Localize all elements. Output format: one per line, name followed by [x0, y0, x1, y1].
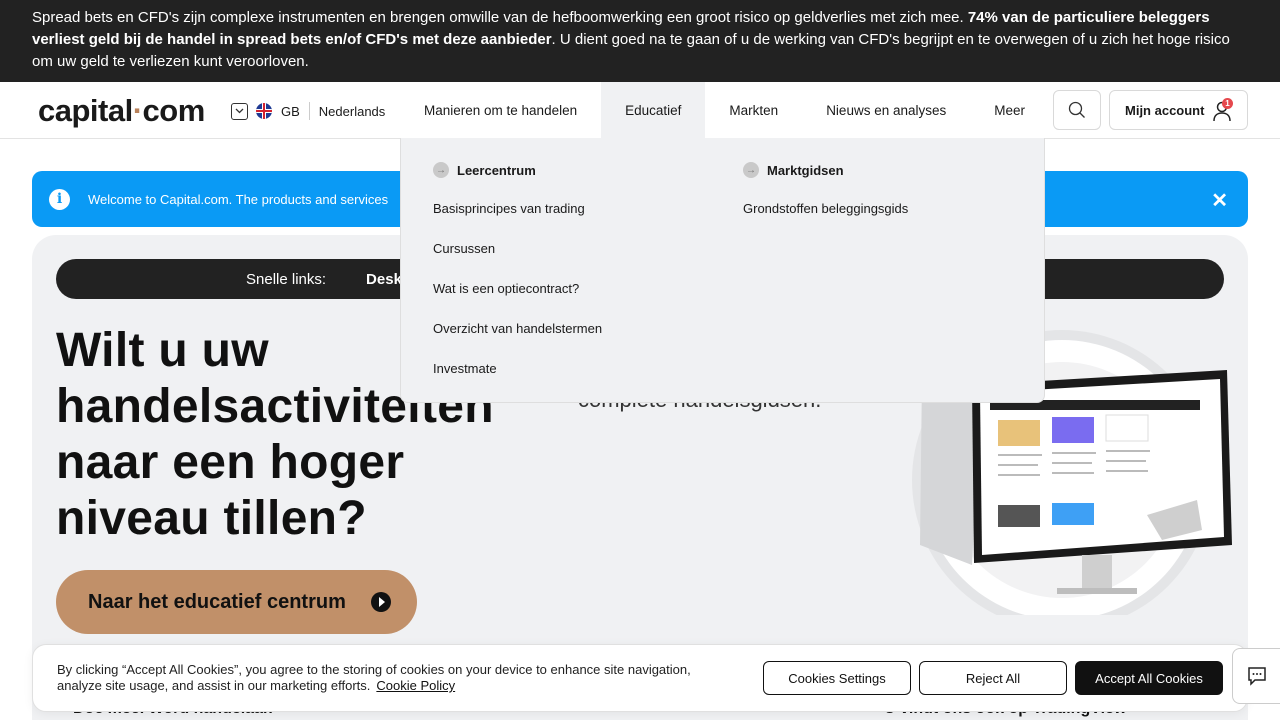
logo-text-com: com: [142, 93, 206, 128]
search-icon: [1068, 101, 1085, 118]
arrow-right-icon: →: [433, 162, 449, 178]
heading-label: Leercentrum: [457, 162, 536, 178]
region-code: GB: [281, 103, 300, 119]
play-arrow-icon: [371, 592, 391, 612]
quick-links-label: Snelle links:: [246, 270, 327, 288]
uk-flag-icon: [256, 103, 272, 119]
my-account-button[interactable]: Mijn account 1: [1109, 90, 1248, 130]
nav-education[interactable]: Educatief: [601, 82, 706, 138]
language-label[interactable]: Nederlands: [319, 104, 386, 119]
dropdown-link[interactable]: Wat is een optiecontract?: [433, 281, 602, 299]
risk-text-1: Spread bets en CFD's zijn complexe instr…: [32, 9, 968, 26]
info-icon: i: [49, 188, 70, 210]
education-dropdown-menu: → Leercentrum Basisprincipes van trading…: [400, 138, 1045, 403]
dropdown-link[interactable]: Overzicht van handelstermen: [433, 321, 602, 339]
language-selector[interactable]: GB Nederlands: [231, 101, 385, 121]
nav-more[interactable]: Meer: [970, 82, 1049, 138]
close-icon[interactable]: ✕: [1211, 188, 1228, 213]
dropdown-link[interactable]: Basisprincipes van trading: [433, 201, 602, 219]
welcome-text: Welcome to Capital.com. The products and…: [88, 191, 389, 207]
accept-all-cookies-button[interactable]: Accept All Cookies: [1075, 661, 1223, 695]
dropdown-link[interactable]: Cursussen: [433, 241, 602, 259]
site-header: capital·com GB Nederlands Manieren om te…: [0, 82, 1280, 139]
nav-ways-to-trade[interactable]: Manieren om te handelen: [400, 82, 601, 138]
chevron-down-icon[interactable]: [231, 102, 248, 120]
cookie-message: By clicking “Accept All Cookies”, you ag…: [57, 662, 691, 693]
nav-markets[interactable]: Markten: [705, 82, 802, 138]
heading-label: Marktgidsen: [767, 162, 844, 178]
dropdown-heading-learning[interactable]: → Leercentrum: [433, 161, 602, 179]
reject-all-button[interactable]: Reject All: [919, 661, 1067, 695]
notification-badge: 1: [1222, 98, 1233, 109]
chat-icon: [1247, 667, 1266, 686]
dropdown-link[interactable]: Investmate: [433, 361, 602, 379]
capital-com-logo[interactable]: capital·com: [38, 93, 205, 129]
divider: [308, 102, 310, 120]
dropdown-heading-market-guides[interactable]: → Marktgidsen: [743, 161, 908, 179]
quick-link-desk[interactable]: Desk: [366, 271, 402, 288]
dropdown-column-market-guides: → Marktgidsen Grondstoffen beleggingsgid…: [743, 161, 908, 241]
dropdown-column-learning: → Leercentrum Basisprincipes van trading…: [433, 161, 602, 401]
search-button[interactable]: [1053, 90, 1101, 130]
logo-dot: ·: [132, 93, 143, 128]
dropdown-link[interactable]: Grondstoffen beleggingsgids: [743, 201, 908, 219]
logo-text-capital: capital: [38, 93, 133, 128]
cta-label: Naar het educatief centrum: [88, 590, 346, 613]
main-nav: Manieren om te handelen Educatief Markte…: [400, 82, 1049, 139]
nav-news-analysis[interactable]: Nieuws en analyses: [802, 82, 970, 138]
arrow-right-icon: →: [743, 162, 759, 178]
cookie-policy-link[interactable]: Cookie Policy: [376, 678, 455, 693]
chat-button[interactable]: [1232, 648, 1280, 704]
risk-warning-banner: Spread bets en CFD's zijn complexe instr…: [0, 0, 1280, 82]
account-label: Mijn account: [1125, 102, 1205, 118]
cookie-text: By clicking “Accept All Cookies”, you ag…: [57, 662, 737, 694]
cookie-consent-bar: By clicking “Accept All Cookies”, you ag…: [32, 644, 1248, 712]
education-center-button[interactable]: Naar het educatief centrum: [56, 570, 417, 634]
cookies-settings-button[interactable]: Cookies Settings: [763, 661, 911, 695]
